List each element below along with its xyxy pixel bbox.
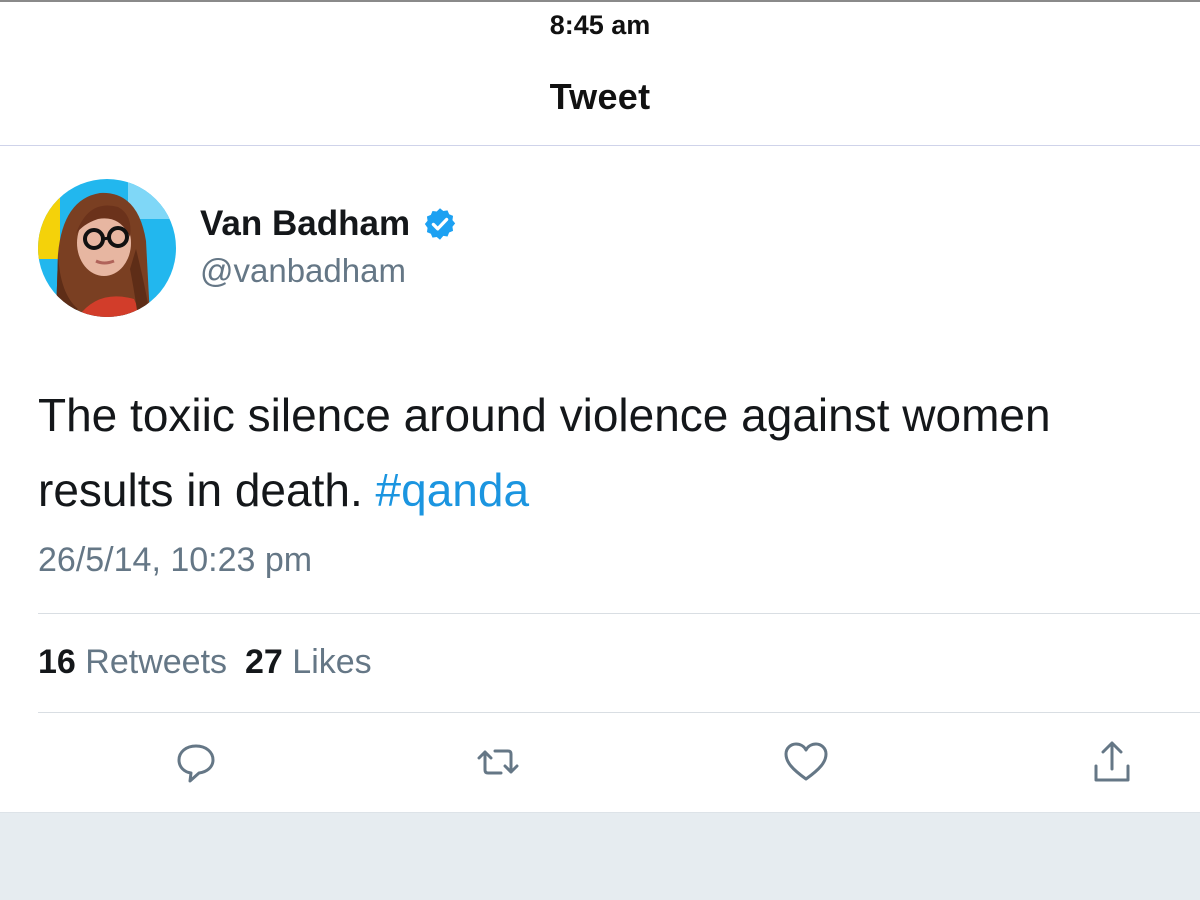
share-button[interactable] xyxy=(1088,738,1136,786)
author-block[interactable]: Van Badham @vanbadham xyxy=(200,204,458,290)
user-handle[interactable]: @vanbadham xyxy=(200,252,458,290)
avatar[interactable] xyxy=(38,179,176,317)
status-time: 8:45 am xyxy=(549,10,651,40)
hashtag-link[interactable]: #qanda xyxy=(376,464,530,516)
share-icon xyxy=(1094,741,1130,782)
verified-badge-icon xyxy=(422,206,458,242)
likes-count: 27 xyxy=(245,643,283,681)
tweet-text: The toxiic silence around violence again… xyxy=(38,378,1178,528)
status-bar: 8:45 am xyxy=(0,0,1200,50)
display-name[interactable]: Van Badham xyxy=(200,204,410,244)
retweets-label: Retweets xyxy=(85,643,228,681)
page-title: Tweet xyxy=(549,76,651,117)
avatar-image xyxy=(38,179,176,317)
reply-icon xyxy=(177,744,215,783)
like-button[interactable] xyxy=(782,738,830,786)
action-bar xyxy=(0,712,1200,812)
retweet-icon xyxy=(477,749,519,775)
tweet-body: The toxiic silence around violence again… xyxy=(38,389,1051,516)
empty-footer-area xyxy=(0,812,1200,900)
tweet-detail-screen: 8:45 am Tweet Van Badham @vanbadham The … xyxy=(0,0,1200,900)
likes-stat[interactable]: 27 Likes xyxy=(245,643,372,681)
name-row: Van Badham xyxy=(200,204,458,244)
divider xyxy=(38,613,1200,614)
tweet-card: Van Badham @vanbadham The toxiic silence… xyxy=(0,146,1200,812)
likes-label: Likes xyxy=(292,643,372,681)
tweet-timestamp: 26/5/14, 10:23 pm xyxy=(38,541,313,579)
retweets-count: 16 xyxy=(38,643,76,681)
reply-button[interactable] xyxy=(172,738,220,786)
engagement-stats: 16 Retweets 27 Likes xyxy=(38,643,372,682)
heart-icon xyxy=(784,742,828,781)
navigation-bar: Tweet xyxy=(0,50,1200,146)
retweets-stat[interactable]: 16 Retweets xyxy=(38,643,227,681)
retweet-button[interactable] xyxy=(474,738,522,786)
